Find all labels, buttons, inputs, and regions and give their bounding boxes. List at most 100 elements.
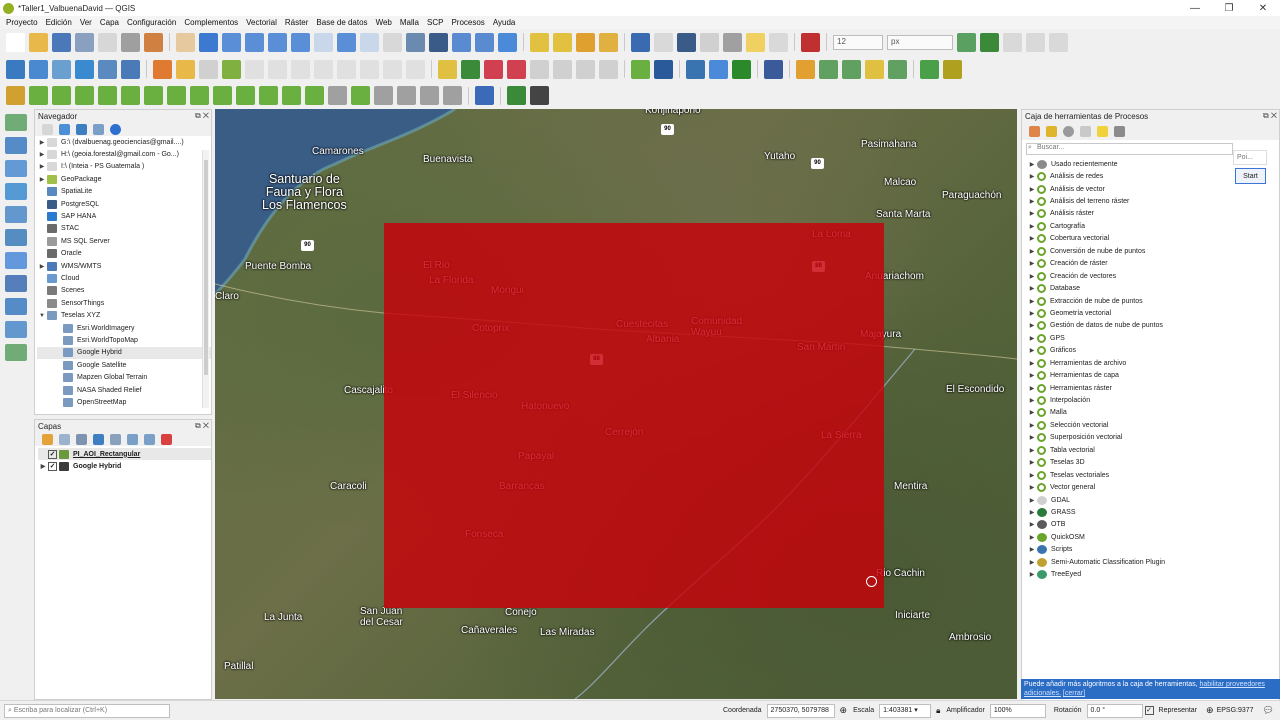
menu-item[interactable]: SCP bbox=[423, 18, 447, 27]
crs-label[interactable]: EPSG:9377 bbox=[1217, 707, 1254, 714]
offset-curve-icon[interactable] bbox=[328, 86, 347, 105]
expand-arrow-icon[interactable]: ▶ bbox=[1027, 285, 1037, 292]
expand-arrow-icon[interactable]: ▶ bbox=[1027, 484, 1037, 491]
current-edits-icon[interactable] bbox=[176, 59, 195, 79]
add-wcs-icon[interactable] bbox=[5, 298, 27, 315]
expand-arrow-icon[interactable]: ▶ bbox=[37, 139, 47, 146]
expand-arrow-icon[interactable]: ▶ bbox=[1027, 571, 1037, 578]
add-virtual-layer-icon[interactable] bbox=[5, 229, 27, 246]
layer-item[interactable]: ✓ PI_AOI_Rectangular bbox=[38, 448, 211, 461]
browser-item[interactable]: ▶ WMS/WMTS bbox=[37, 260, 211, 272]
new-spatialite-icon[interactable] bbox=[98, 59, 117, 79]
split-parts-icon[interactable] bbox=[420, 86, 439, 105]
scp-icon[interactable] bbox=[654, 59, 673, 79]
browser-item[interactable]: Google Hybrid bbox=[37, 346, 211, 360]
new-vector-layer-icon[interactable] bbox=[5, 114, 27, 131]
browser-item[interactable]: ▼ Teselas XYZ bbox=[37, 309, 211, 321]
toggle-editing-icon[interactable] bbox=[153, 59, 172, 79]
new-virtual-layer-icon[interactable] bbox=[121, 59, 140, 79]
browser-item[interactable]: MS SQL Server bbox=[37, 235, 211, 247]
expand-arrow-icon[interactable]: ▶ bbox=[1027, 534, 1037, 541]
expand-arrow-icon[interactable]: ▶ bbox=[1027, 235, 1037, 242]
expand-arrow-icon[interactable]: ▶ bbox=[1027, 223, 1037, 230]
add-delimited-text-icon[interactable] bbox=[5, 183, 27, 200]
add-regular-polygon-icon[interactable] bbox=[98, 86, 117, 105]
expand-arrow-icon[interactable]: ▶ bbox=[1027, 210, 1037, 217]
expand-arrow-icon[interactable]: ▶ bbox=[1027, 347, 1037, 354]
processing-provider-item[interactable]: ▶ Gráficos bbox=[1025, 345, 1279, 357]
menu-item[interactable]: Configuración bbox=[123, 18, 180, 27]
coordinate-field[interactable]: 2750370, 5079788 bbox=[766, 703, 835, 718]
processing-provider-item[interactable]: ▶ Cartografía bbox=[1025, 220, 1279, 232]
expand-arrow-icon[interactable]: ▶ bbox=[1027, 434, 1037, 441]
processing-provider-item[interactable]: ▶ Análisis ráster bbox=[1025, 208, 1279, 220]
dock-controls-icon[interactable]: ⧉ ✕ bbox=[195, 111, 211, 121]
layer-item[interactable]: ▶ ✓ Google Hybrid bbox=[38, 460, 211, 472]
scale-field[interactable]: 1:403381 ▾ bbox=[879, 703, 932, 718]
dock-controls-icon[interactable]: ⧉ ✕ bbox=[1263, 111, 1279, 121]
menu-item[interactable]: Ayuda bbox=[489, 18, 520, 27]
help-icon[interactable] bbox=[764, 59, 783, 79]
processing-provider-item[interactable]: ▶ Análisis de vector bbox=[1025, 183, 1279, 195]
processing-provider-item[interactable]: ▶ Vector general bbox=[1025, 481, 1279, 493]
layer-visibility-checkbox[interactable]: ✓ bbox=[48, 462, 57, 472]
crs-icon[interactable]: ⊕ bbox=[1206, 705, 1214, 716]
pin-labels-icon[interactable] bbox=[461, 59, 480, 79]
processing-search-input[interactable]: ⌕ Buscar... bbox=[1026, 143, 1233, 155]
browser-item[interactable]: ▶ I:\ (Inteia - PS Guatemala ) bbox=[37, 161, 211, 173]
zoom-in-icon[interactable] bbox=[222, 32, 241, 52]
processing-provider-item[interactable]: ▶ Extracción de nube de puntos bbox=[1025, 295, 1279, 307]
fill-ring-icon[interactable] bbox=[259, 86, 278, 105]
menu-item[interactable]: Capa bbox=[96, 18, 123, 27]
digitize-icon[interactable] bbox=[801, 32, 820, 52]
zoom-selection-icon[interactable] bbox=[314, 32, 333, 52]
expand-arrow-icon[interactable]: ▶ bbox=[1027, 459, 1037, 466]
scp-input-icon[interactable] bbox=[6, 86, 25, 105]
remove-layer-icon[interactable] bbox=[161, 433, 172, 445]
dock-controls-icon[interactable]: ⧉ ✕ bbox=[195, 421, 211, 431]
expand-arrow-icon[interactable]: ▶ bbox=[1027, 447, 1037, 454]
show-labels-icon[interactable] bbox=[484, 59, 503, 79]
add-mesh-icon[interactable] bbox=[5, 160, 27, 177]
processing-provider-item[interactable]: ▶ Teselas vectoriales bbox=[1025, 469, 1279, 481]
menu-item[interactable]: Base de datos bbox=[312, 18, 371, 27]
processing-provider-item[interactable]: ▶ Conversión de nube de puntos bbox=[1025, 245, 1279, 257]
merge-icon[interactable] bbox=[1026, 32, 1045, 52]
tracing-icon[interactable] bbox=[980, 32, 999, 52]
render-checkbox[interactable]: ✓ bbox=[1144, 706, 1154, 715]
select-location-icon[interactable] bbox=[599, 32, 618, 52]
plugin-icon[interactable] bbox=[709, 59, 728, 79]
add-part-icon[interactable] bbox=[236, 86, 255, 105]
menu-item[interactable]: Procesos bbox=[447, 18, 488, 27]
bookmark-new-icon[interactable] bbox=[452, 32, 471, 52]
menu-item[interactable]: Malla bbox=[396, 18, 423, 27]
print-layout-icon[interactable] bbox=[98, 32, 117, 52]
info-icon[interactable] bbox=[110, 123, 121, 135]
processing-provider-item[interactable]: ▶ Gestión de datos de nube de puntos bbox=[1025, 320, 1279, 332]
deselect-icon[interactable] bbox=[576, 32, 595, 52]
aoi-rectangle[interactable] bbox=[384, 223, 884, 608]
scripts-icon[interactable] bbox=[1046, 125, 1057, 137]
processing-provider-item[interactable]: ▶ GRASS bbox=[1025, 506, 1279, 518]
copy-features-icon[interactable] bbox=[337, 59, 356, 79]
annotation-icon[interactable] bbox=[746, 32, 765, 52]
new-map-view-icon[interactable] bbox=[383, 32, 402, 52]
new-shapefile-icon[interactable] bbox=[52, 59, 71, 79]
field-calculator-icon[interactable] bbox=[700, 32, 719, 52]
collapse-all-icon[interactable] bbox=[93, 123, 104, 135]
open-attribute-table-icon[interactable] bbox=[654, 32, 673, 52]
refresh-icon[interactable] bbox=[59, 123, 70, 135]
zoom-next-icon[interactable] bbox=[360, 32, 379, 52]
processing-provider-item[interactable]: ▶ Database bbox=[1025, 282, 1279, 294]
expand-arrow-icon[interactable]: ▶ bbox=[37, 163, 47, 170]
browser-item[interactable]: Esri.WorldImagery bbox=[37, 322, 211, 334]
move-label-icon[interactable] bbox=[530, 59, 549, 79]
close-notice-link[interactable]: [cerrar] bbox=[1063, 690, 1085, 697]
expand-arrow-icon[interactable]: ▶ bbox=[1027, 322, 1037, 329]
font-unit-select[interactable]: px bbox=[887, 34, 953, 50]
add-polygon-icon[interactable] bbox=[222, 59, 241, 79]
new-annotation-icon[interactable] bbox=[819, 59, 838, 79]
browser-item[interactable]: ▶ H:\ (geoia.forestal@gmail.com - Go...) bbox=[37, 148, 211, 160]
quickosm-icon[interactable] bbox=[920, 59, 939, 79]
expand-arrow-icon[interactable]: ▶ bbox=[1027, 260, 1037, 267]
